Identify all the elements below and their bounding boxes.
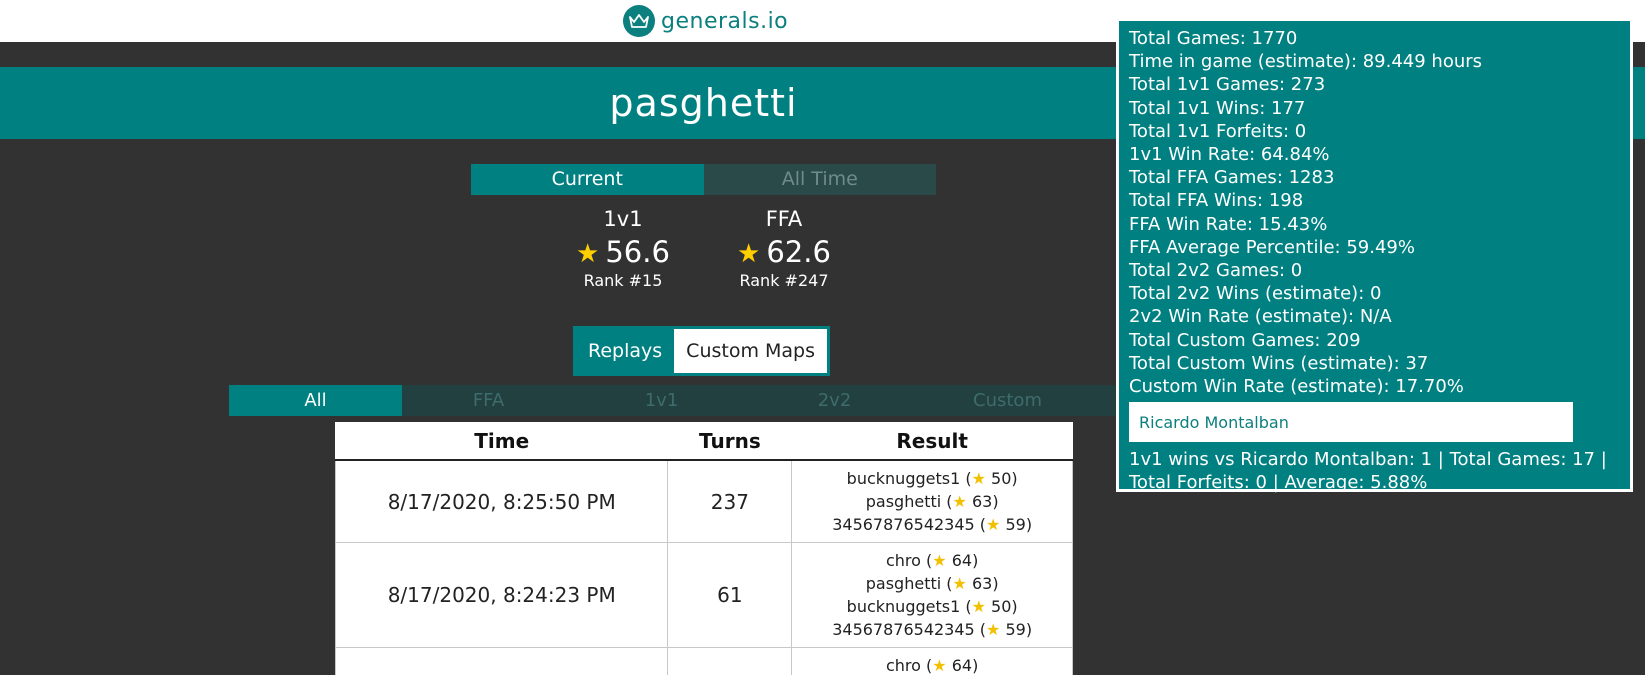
rating-tabs: Current All Time — [471, 164, 936, 195]
stat-1v1-rank: Rank #15 — [583, 271, 663, 290]
player-name: 34567876542345 — [832, 515, 975, 534]
opponent-search-input[interactable] — [1129, 402, 1573, 443]
table-row[interactable]: 8/17/2020, 8:24:23 PM 61 chro (★ 64) pas… — [335, 542, 1073, 648]
player-entry: chro (★ 64) — [885, 551, 979, 570]
player-entry: pasghetti (★ 63) — [865, 492, 999, 511]
player-stars: 64 — [951, 656, 973, 675]
stat-1v1: 1v1 ★ 56.6 Rank #15 — [543, 205, 703, 291]
stat-1v1-title: 1v1 — [603, 207, 643, 231]
star-icon: ★ — [576, 239, 600, 269]
column-header-turns: Turns — [667, 422, 792, 461]
replay-result: chro (★ 64) pasghetti (★ 63) bucknuggets… — [791, 542, 1073, 648]
head-to-head-result: 1v1 wins vs Ricardo Montalban: 1 | Total… — [1129, 448, 1620, 494]
player-stars: 50 — [991, 597, 1012, 616]
star-icon: ★ — [932, 656, 947, 675]
star-icon: ★ — [952, 574, 967, 593]
tab-mode-1v1[interactable]: 1v1 — [575, 385, 748, 416]
stat-1v1-rating: ★ 56.6 — [543, 233, 703, 271]
replay-turns: 237 — [667, 459, 793, 543]
stat-ffa-title: FFA — [765, 207, 803, 231]
popup-stat-line: Total Custom Wins (estimate): 37 — [1129, 352, 1429, 374]
tab-mode-custom[interactable]: Custom — [921, 385, 1094, 416]
tab-replays[interactable]: Replays — [576, 329, 675, 373]
popup-stat-line: Total 1v1 Forfeits: 0 — [1129, 120, 1307, 142]
table-header-row: Time Turns Result — [335, 422, 1073, 461]
player-name: bucknuggets1 — [846, 597, 961, 616]
table-row[interactable]: chro (★ 64) — [335, 647, 1073, 675]
head-to-head-line: 1v1 wins vs Ricardo Montalban: 1 | Total… — [1129, 449, 1607, 471]
table-row[interactable]: 8/17/2020, 8:25:50 PM 237 bucknuggets1 (… — [335, 459, 1073, 543]
replays-table-container: Time Turns Result 8/17/2020, 8:25:50 PM … — [335, 422, 1073, 675]
popup-stat-line: Total 1v1 Wins: 177 — [1129, 97, 1306, 119]
popup-stat-line: Total Custom Games: 209 — [1129, 329, 1361, 351]
star-icon: ★ — [971, 469, 986, 488]
replay-result: chro (★ 64) — [791, 647, 1073, 675]
replay-turns: 61 — [667, 542, 793, 648]
star-icon: ★ — [932, 551, 947, 570]
popup-stat-line: Total FFA Games: 1283 — [1129, 167, 1335, 189]
player-name: 34567876542345 — [832, 620, 975, 639]
replay-time: 8/17/2020, 8:25:50 PM — [335, 459, 669, 543]
player-entry: bucknuggets1 (★ 50) — [846, 469, 1018, 488]
stat-ffa-value: 62.6 — [766, 235, 831, 269]
star-icon: ★ — [986, 620, 1001, 639]
tab-current[interactable]: Current — [471, 164, 704, 195]
popup-stat-line: Total Games: 1770 — [1129, 28, 1298, 49]
player-stars: 63 — [971, 574, 993, 593]
popup-stat-line: Total FFA Wins: 198 — [1129, 190, 1304, 212]
column-header-result: Result — [791, 422, 1073, 461]
player-entry: pasghetti (★ 63) — [865, 574, 999, 593]
player-entry: chro (★ 64) — [885, 656, 979, 675]
head-to-head-line: Total Forfeits: 0 | Average: 5.88% — [1129, 472, 1428, 494]
player-stars: 64 — [951, 551, 973, 570]
tab-mode-all[interactable]: All — [229, 385, 402, 416]
star-icon: ★ — [952, 492, 967, 511]
mode-tabs: All FFA 1v1 2v2 Custom — [229, 385, 1133, 416]
popup-stat-line: 2v2 Win Rate (estimate): N/A — [1129, 306, 1392, 328]
popup-stat-line: Custom Win Rate (estimate): 17.70% — [1129, 376, 1464, 398]
player-stars: 50 — [991, 469, 1012, 488]
stats-popup: Total Games: 1770 Time in game (estimate… — [1116, 18, 1633, 494]
stat-ffa-rating: ★ 62.6 — [704, 233, 864, 271]
logo-text: generals.io — [661, 8, 789, 34]
column-header-time: Time — [335, 422, 668, 461]
player-stars: 59 — [1005, 515, 1026, 534]
popup-stat-line: Time in game (estimate): 89.449 hours — [1129, 51, 1483, 73]
player-name: pasghetti — [865, 492, 942, 511]
view-tabs: Replays Custom Maps — [573, 326, 830, 376]
stat-ffa: FFA ★ 62.6 Rank #247 — [704, 205, 864, 291]
player-name: chro — [885, 551, 921, 570]
star-icon: ★ — [737, 239, 761, 269]
player-name: bucknuggets1 — [846, 469, 961, 488]
popup-stat-line: Total 2v2 Wins (estimate): 0 — [1129, 283, 1382, 305]
player-entry: 34567876542345 (★ 59) — [832, 515, 1033, 534]
popup-stat-line: FFA Average Percentile: 59.49% — [1129, 236, 1415, 258]
crown-icon — [623, 5, 655, 37]
popup-stat-line: Total 1v1 Games: 273 — [1129, 74, 1326, 96]
replay-time — [335, 647, 669, 675]
tab-mode-ffa[interactable]: FFA — [402, 385, 575, 416]
player-name: chro — [885, 656, 921, 675]
tab-mode-2v2[interactable]: 2v2 — [748, 385, 921, 416]
star-icon: ★ — [986, 515, 1001, 534]
player-name: pasghetti — [865, 574, 942, 593]
tab-custom-maps[interactable]: Custom Maps — [674, 329, 827, 373]
replay-time: 8/17/2020, 8:24:23 PM — [335, 542, 669, 648]
tab-all-time[interactable]: All Time — [703, 164, 936, 195]
star-icon: ★ — [971, 597, 986, 616]
replays-table: Time Turns Result 8/17/2020, 8:25:50 PM … — [335, 422, 1073, 675]
player-entry: bucknuggets1 (★ 50) — [846, 597, 1018, 616]
logo-link[interactable]: generals.io — [623, 3, 788, 39]
stat-ffa-rank: Rank #247 — [739, 271, 829, 290]
popup-stat-line: FFA Win Rate: 15.43% — [1129, 213, 1328, 235]
player-stars: 59 — [1005, 620, 1026, 639]
popup-stat-line: 1v1 Win Rate: 64.84% — [1129, 144, 1330, 166]
replay-result: bucknuggets1 (★ 50) pasghetti (★ 63) 345… — [791, 459, 1073, 543]
popup-stat-line: Total 2v2 Games: 0 — [1129, 260, 1303, 282]
replay-turns — [667, 647, 793, 675]
stat-1v1-value: 56.6 — [605, 235, 670, 269]
player-stars: 63 — [971, 492, 993, 511]
player-entry: 34567876542345 (★ 59) — [832, 620, 1033, 639]
